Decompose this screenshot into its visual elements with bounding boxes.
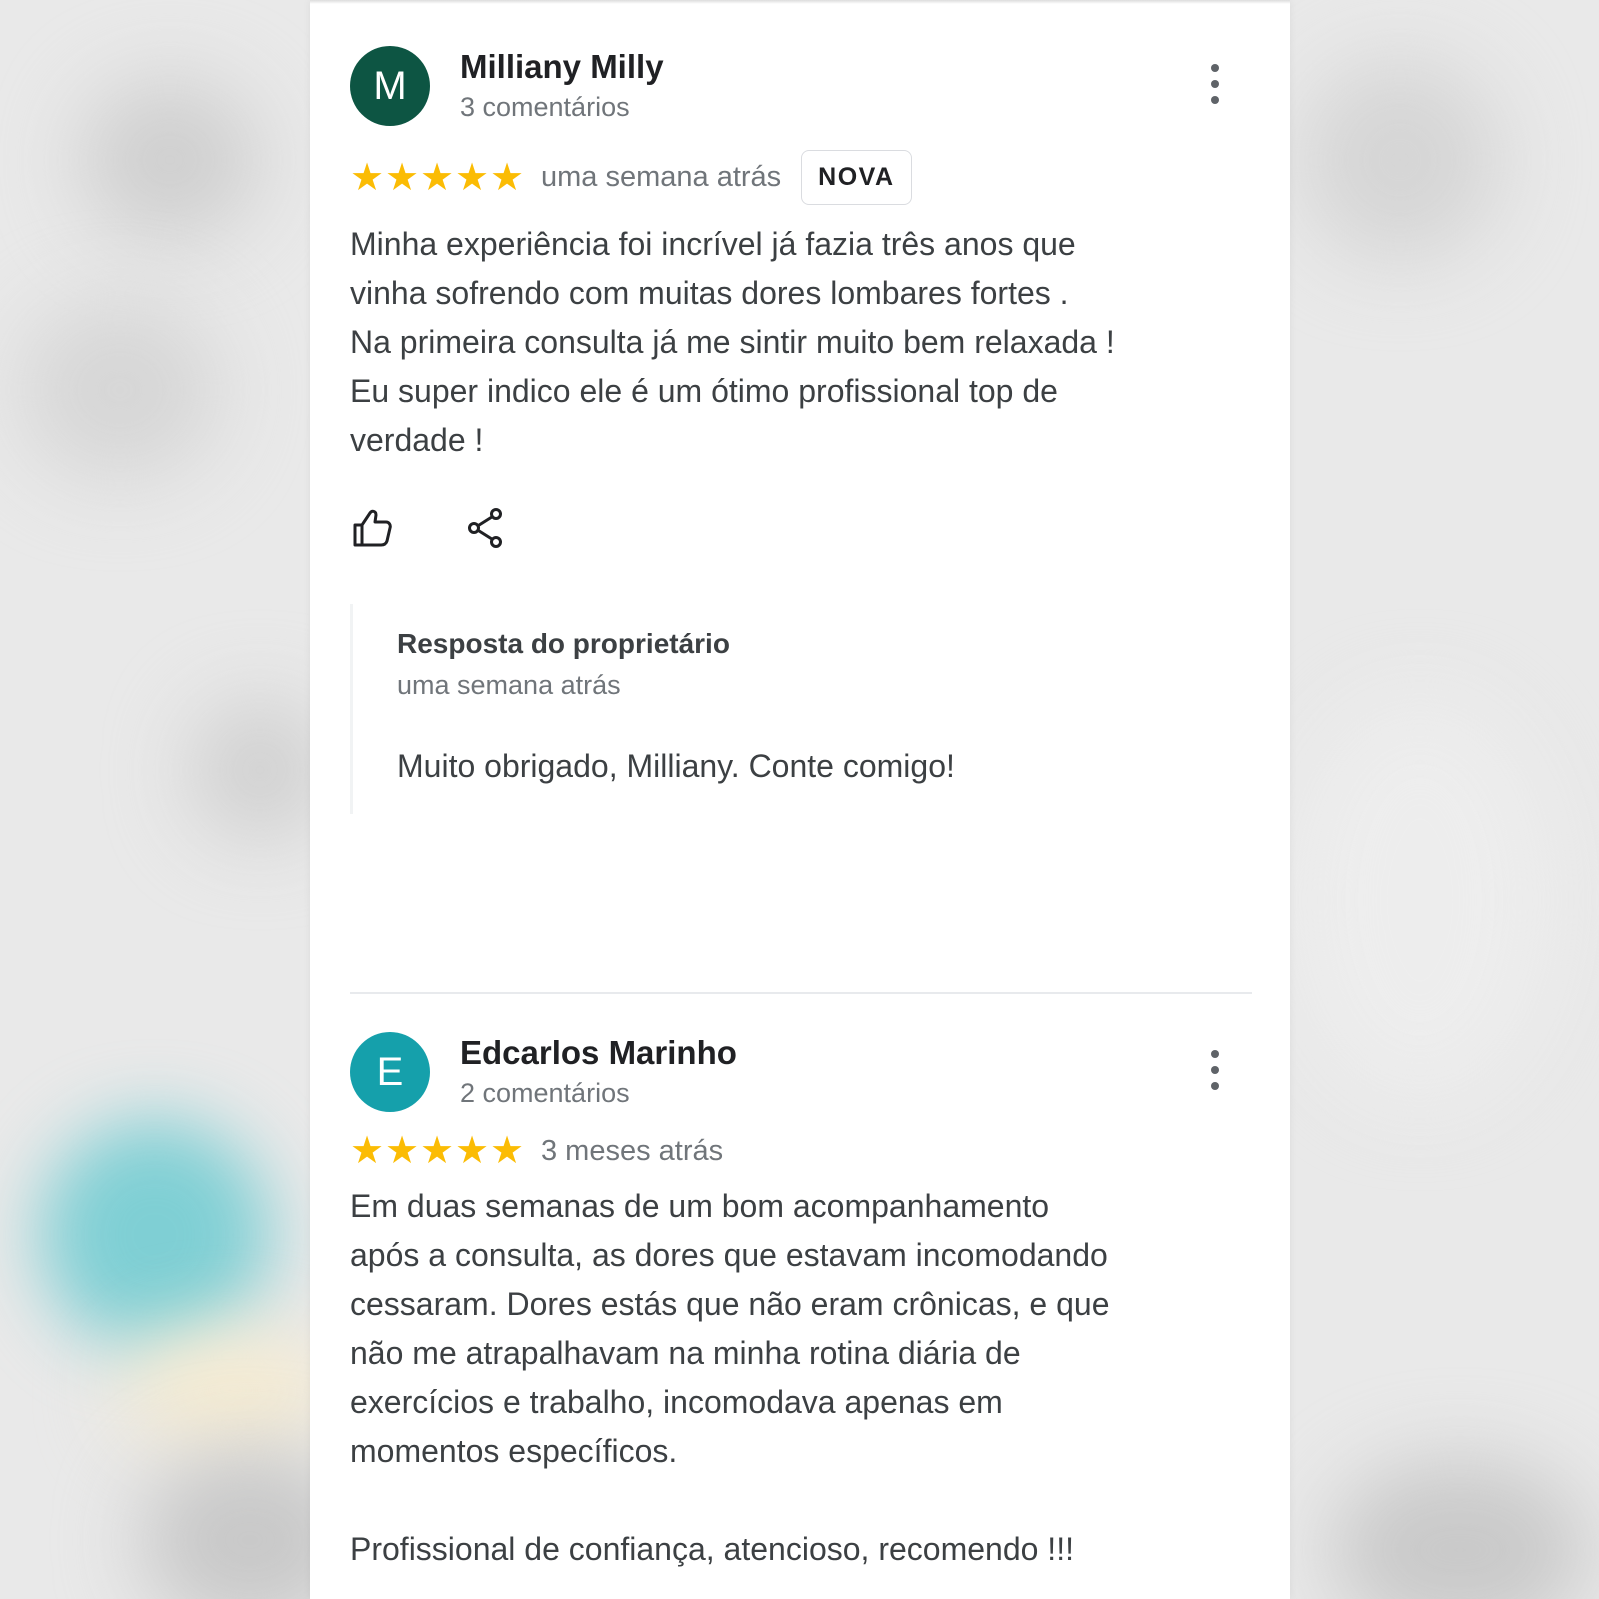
star-icon: ★: [455, 156, 490, 199]
review-text: Minha experiência foi incrível já fazia …: [350, 226, 1115, 458]
more-options-icon[interactable]: [1205, 1050, 1225, 1090]
author-comment-count: 3 comentários: [460, 92, 630, 122]
star-icon: ★: [420, 1130, 455, 1172]
owner-reply: Resposta do proprietário uma semana atrá…: [350, 604, 1233, 814]
review-text: Em duas semanas de um bom acompanhamento…: [350, 1188, 1110, 1567]
thumbs-up-icon[interactable]: [350, 506, 394, 550]
star-icon: ★: [385, 156, 420, 199]
star-icon: ★: [490, 1130, 525, 1172]
review-author[interactable]: Edcarlos Marinho: [460, 1034, 737, 1072]
review-author[interactable]: Milliany Milly: [460, 48, 664, 86]
owner-reply-text: Muito obrigado, Milliany. Conte comigo!: [397, 748, 955, 784]
owner-reply-time: uma semana atrás: [397, 670, 621, 700]
star-rating: ★ ★ ★ ★ ★: [350, 159, 525, 197]
rating-row: ★ ★ ★ ★ ★ 3 meses atrás: [350, 1132, 723, 1170]
star-icon: ★: [350, 156, 385, 199]
star-icon: ★: [455, 1130, 490, 1172]
star-icon: ★: [490, 156, 525, 199]
reviews-card: M Milliany Milly 3 comentários ★ ★ ★ ★ ★…: [310, 0, 1290, 1599]
avatar[interactable]: M: [350, 46, 430, 126]
review-time: 3 meses atrás: [541, 1134, 724, 1167]
new-badge: NOVA: [801, 150, 912, 205]
review-divider: [350, 992, 1252, 994]
share-icon[interactable]: [464, 506, 508, 550]
star-icon: ★: [420, 156, 455, 199]
avatar[interactable]: E: [350, 1032, 430, 1112]
star-icon: ★: [385, 1130, 420, 1172]
rating-row: ★ ★ ★ ★ ★ uma semana atrás NOVA: [350, 150, 912, 205]
more-options-icon[interactable]: [1205, 64, 1225, 104]
owner-reply-title: Resposta do proprietário: [397, 628, 730, 659]
star-rating: ★ ★ ★ ★ ★: [350, 1132, 525, 1170]
review-time: uma semana atrás: [541, 161, 782, 193]
star-icon: ★: [350, 1130, 385, 1172]
author-comment-count: 2 comentários: [460, 1078, 630, 1108]
